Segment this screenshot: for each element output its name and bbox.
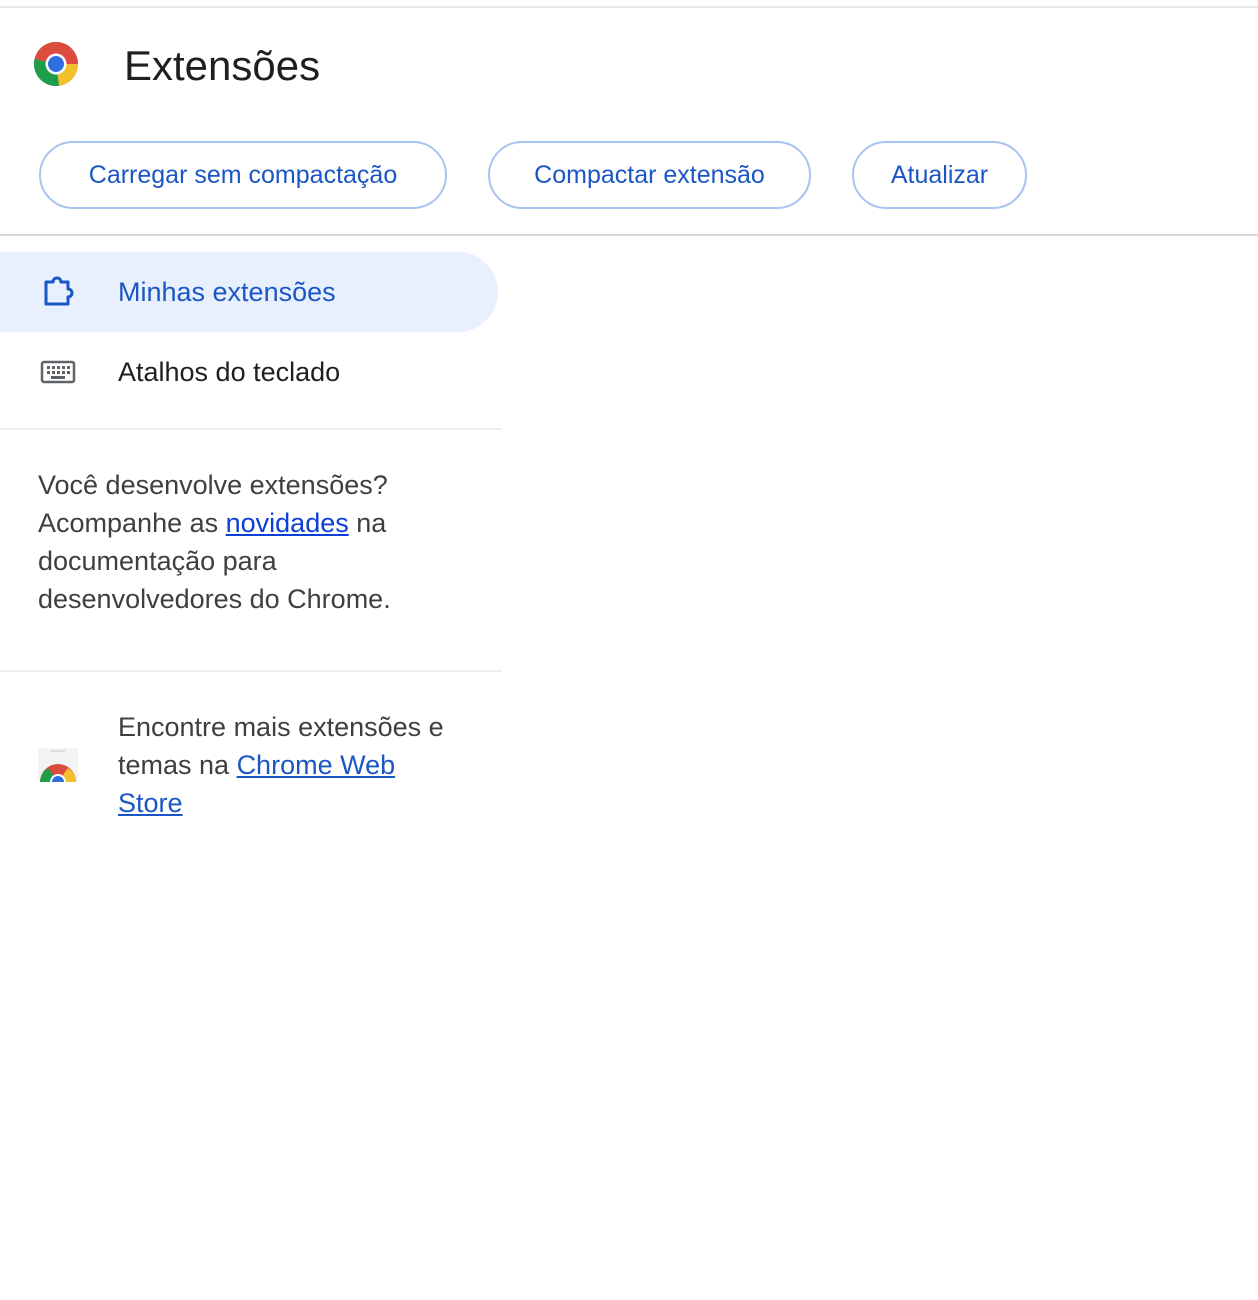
sidebar-item-keyboard-shortcuts[interactable]: Atalhos do teclado bbox=[0, 332, 498, 412]
sidebar-item-label: Minhas extensões bbox=[118, 277, 336, 307]
sidebar-divider bbox=[0, 428, 502, 430]
sidebar-item-my-extensions[interactable]: Minhas extensões bbox=[0, 252, 498, 332]
keyboard-icon bbox=[40, 360, 76, 384]
developer-promo-text: Você desenvolve extensões? Acompanhe as … bbox=[38, 466, 458, 618]
page-title: Extensões bbox=[124, 42, 321, 89]
chrome-web-store-icon bbox=[38, 748, 78, 782]
sidebar: Minhas extensões Atalhos do teclado Você… bbox=[0, 236, 502, 856]
sidebar-item-label: Atalhos do teclado bbox=[118, 357, 341, 387]
load-unpacked-button[interactable]: Carregar sem compactação bbox=[39, 141, 447, 209]
pack-extension-button[interactable]: Compactar extensão bbox=[488, 141, 811, 209]
chrome-logo-icon bbox=[33, 41, 78, 86]
page-header: Extensões Carregar sem compactação Compa… bbox=[0, 8, 1258, 235]
whats-new-link[interactable]: novidades bbox=[226, 508, 349, 538]
sidebar-divider bbox=[0, 670, 502, 672]
webstore-promo-text: Encontre mais extensões e temas na Chrom… bbox=[118, 708, 458, 822]
puzzle-piece-icon bbox=[44, 276, 74, 306]
update-button[interactable]: Atualizar bbox=[852, 141, 1027, 209]
